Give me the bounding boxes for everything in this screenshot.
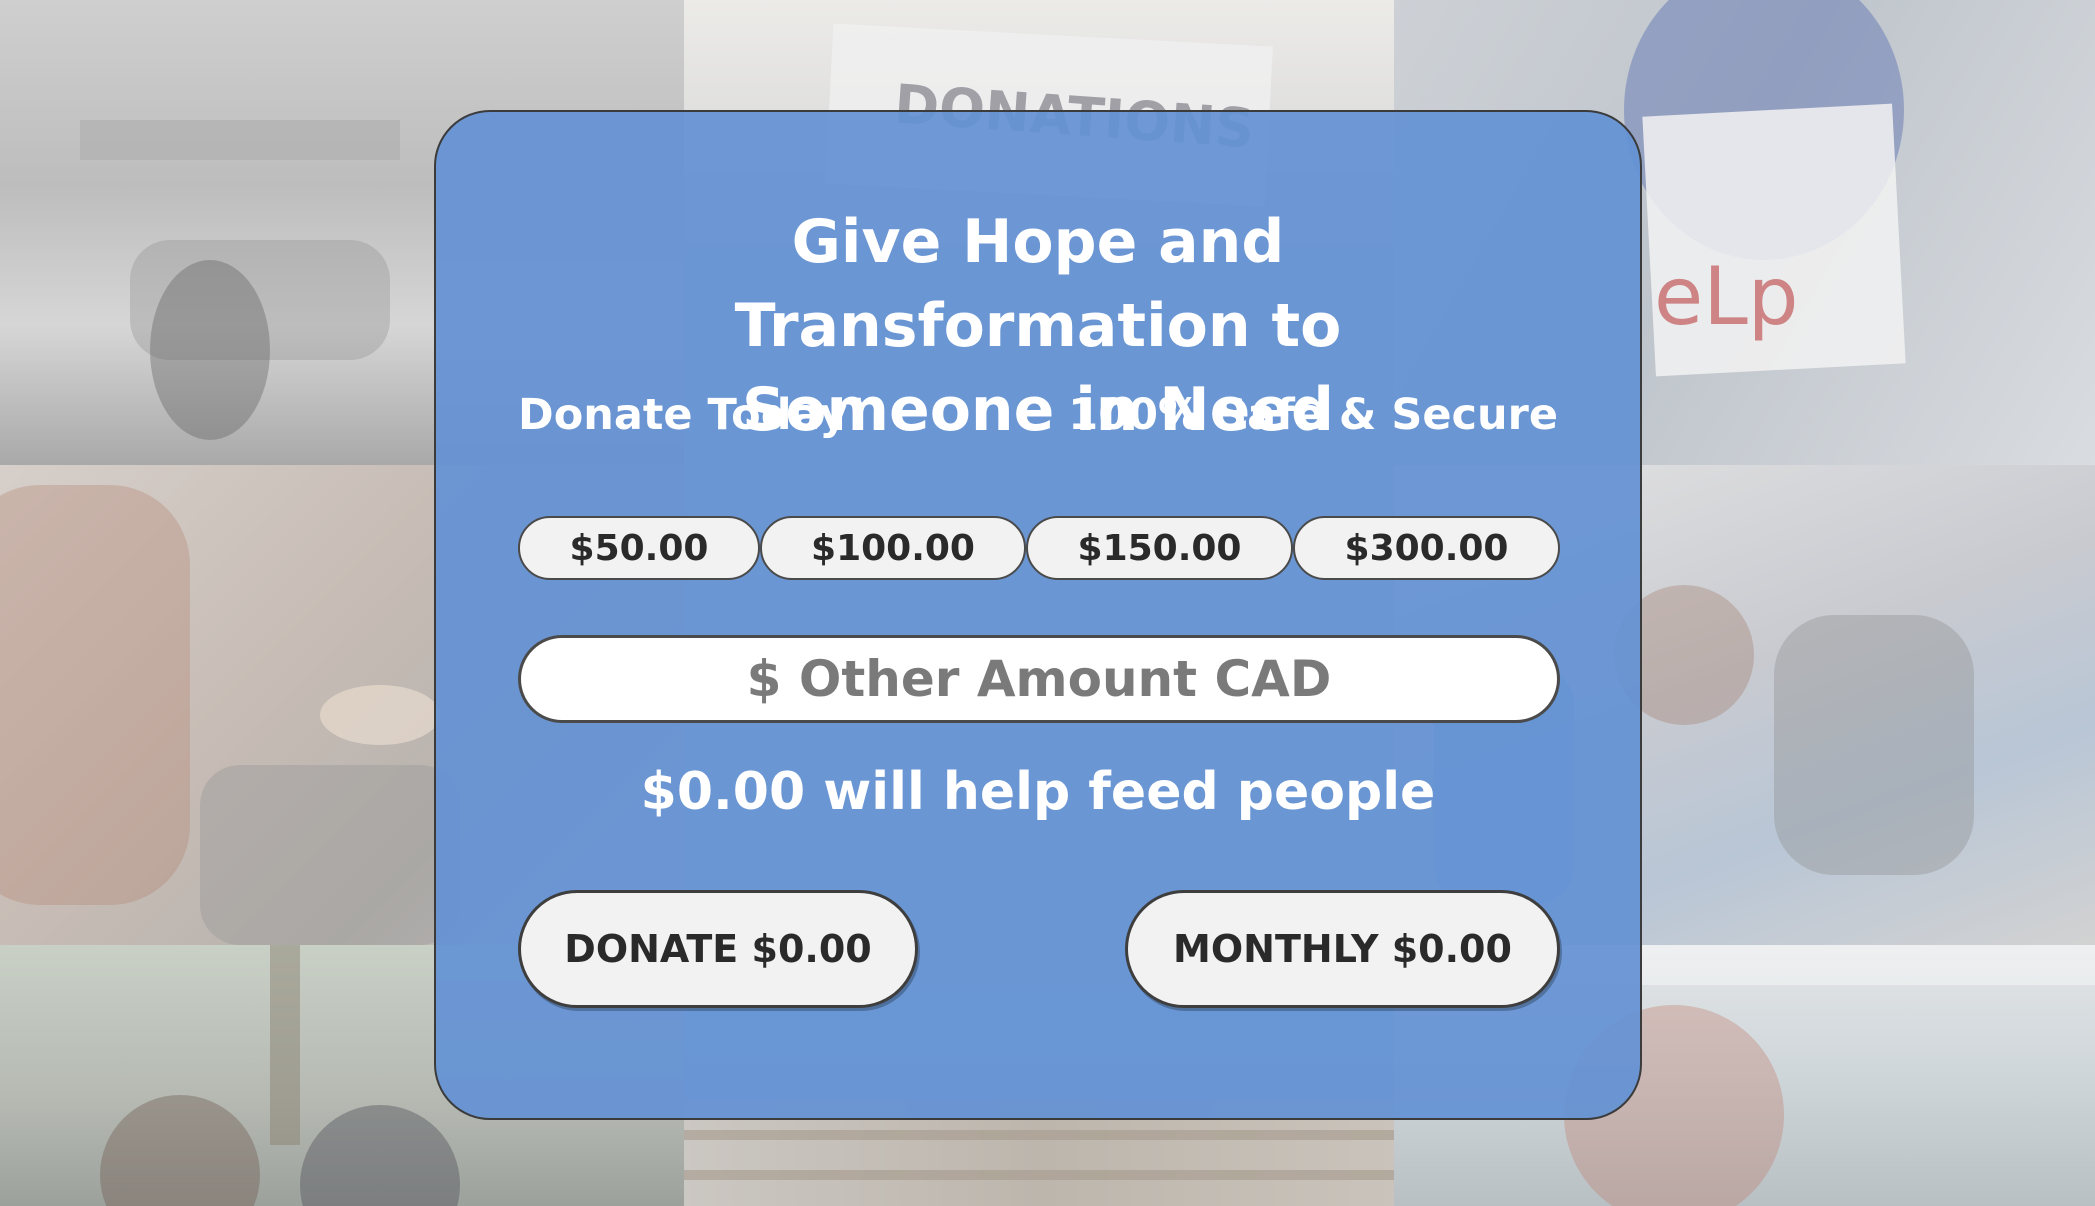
donate-today-label: Donate Today!	[518, 390, 867, 440]
preset-amount-150-button[interactable]: $150.00	[1026, 516, 1293, 580]
other-amount-input[interactable]	[518, 635, 1560, 723]
donation-card: Give Hope and Transformation to Someone …	[434, 110, 1642, 1120]
preset-amount-300-button[interactable]: $300.00	[1293, 516, 1560, 580]
preset-amount-100-button[interactable]: $100.00	[760, 516, 1026, 580]
safe-secure-label: 100% Safe & Secure	[1068, 390, 1558, 440]
donate-button[interactable]: DONATE $0.00	[518, 890, 918, 1008]
preset-amount-50-button[interactable]: $50.00	[518, 516, 760, 580]
impact-message: $0.00 will help feed people	[640, 762, 1436, 822]
help-sign-text: eLp	[1654, 250, 1799, 343]
monthly-donate-button[interactable]: MONTHLY $0.00	[1125, 890, 1560, 1008]
preset-amounts: $50.00 $100.00 $150.00 $300.00	[518, 516, 1560, 580]
page: DONATIONS eLp Give Hope and Transformati…	[0, 0, 2095, 1206]
